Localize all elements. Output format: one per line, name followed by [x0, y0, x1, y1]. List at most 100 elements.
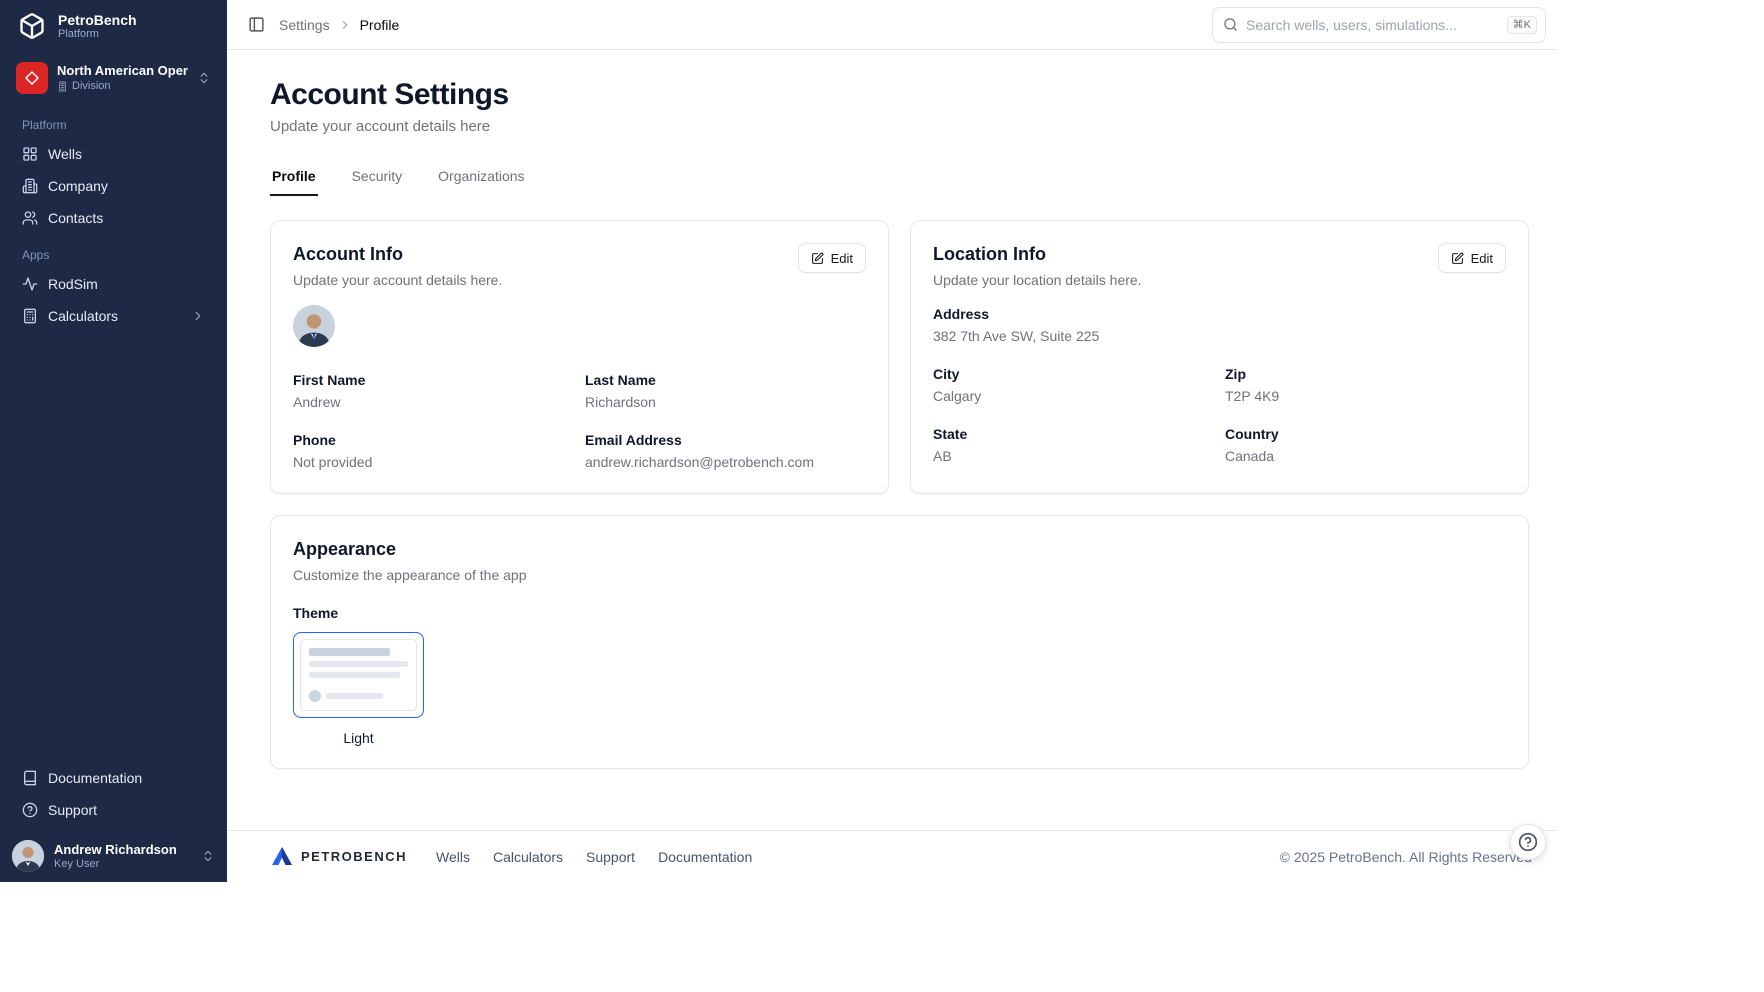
help-circle-icon — [1518, 832, 1538, 852]
field-first-name: First Name Andrew — [293, 371, 585, 411]
app-window: PetroBench Platform North American Opera… — [0, 0, 1558, 882]
help-button[interactable] — [1510, 824, 1546, 860]
footer-link-documentation[interactable]: Documentation — [658, 849, 752, 865]
nav-section-apps-label: Apps — [12, 234, 215, 268]
edit-button-label: Edit — [831, 251, 853, 266]
field-label: City — [933, 365, 1225, 383]
search-icon — [1223, 17, 1238, 32]
appearance-card: Appearance Customize the appearance of t… — [270, 515, 1529, 769]
card-title: Appearance — [293, 538, 1506, 560]
profile-avatar — [293, 305, 335, 347]
brand-name: PetroBench — [58, 12, 137, 28]
tab-organizations[interactable]: Organizations — [436, 162, 526, 196]
sidebar: PetroBench Platform North American Opera… — [0, 0, 227, 882]
breadcrumb: Settings Profile — [279, 17, 399, 33]
card-subtitle: Customize the appearance of the app — [293, 566, 1506, 584]
user-menu[interactable]: Andrew Richardson Key User — [0, 832, 227, 882]
theme-option-light[interactable] — [293, 632, 424, 718]
footer-link-wells[interactable]: Wells — [436, 849, 470, 865]
location-edit-button[interactable]: Edit — [1438, 243, 1506, 273]
field-label: Email Address — [585, 431, 866, 449]
field-value: andrew.richardson@petrobench.com — [585, 453, 866, 471]
footer-links: Wells Calculators Support Documentation — [436, 849, 752, 865]
sidebar-item-label: Contacts — [48, 210, 103, 226]
account-edit-button[interactable]: Edit — [798, 243, 866, 273]
calculator-icon — [22, 308, 38, 324]
field-value: Calgary — [933, 387, 1225, 405]
field-country: Country Canada — [1225, 425, 1506, 465]
edit-icon — [1451, 252, 1464, 265]
card-title: Location Info — [933, 243, 1506, 265]
user-role: Key User — [54, 858, 191, 871]
field-zip: Zip T2P 4K9 — [1225, 365, 1506, 405]
user-name: Andrew Richardson — [54, 842, 191, 858]
breadcrumb-settings[interactable]: Settings — [279, 17, 330, 33]
search-input[interactable] — [1246, 17, 1499, 33]
theme-label: Theme — [293, 604, 1506, 622]
field-value: T2P 4K9 — [1225, 387, 1506, 405]
card-subtitle: Update your account details here. — [293, 271, 866, 289]
field-city: City Calgary — [933, 365, 1225, 405]
sidebar-item-rodsim[interactable]: RodSim — [12, 268, 215, 300]
tabs: Profile Security Organizations — [270, 162, 1529, 196]
edit-button-label: Edit — [1471, 251, 1493, 266]
card-title: Account Info — [293, 243, 866, 265]
page-footer: PETROBENCH Wells Calculators Support Doc… — [227, 830, 1558, 882]
card-subtitle: Update your location details here. — [933, 271, 1506, 289]
tab-profile[interactable]: Profile — [270, 162, 318, 196]
field-value: 382 7th Ave SW, Suite 225 — [933, 327, 1506, 345]
page-content: Account Settings Update your account det… — [227, 50, 1558, 830]
sidebar-item-contacts[interactable]: Contacts — [12, 202, 215, 234]
wells-icon — [22, 146, 38, 162]
documentation-icon — [22, 770, 38, 786]
field-label: Zip — [1225, 365, 1506, 383]
building-icon — [57, 81, 68, 92]
tab-security[interactable]: Security — [350, 162, 405, 196]
field-value: Not provided — [293, 453, 585, 471]
chevron-right-icon — [191, 309, 205, 323]
field-value: Andrew — [293, 393, 585, 411]
sidebar-item-calculators[interactable]: Calculators — [12, 300, 215, 332]
org-name: North American Opera — [57, 63, 188, 79]
support-icon — [22, 802, 38, 818]
brand-logo-icon — [16, 10, 48, 42]
field-last-name: Last Name Richardson — [585, 371, 866, 411]
breadcrumb-profile: Profile — [360, 17, 400, 33]
sidebar-toggle-button[interactable] — [244, 12, 269, 37]
field-label: State — [933, 425, 1225, 443]
breadcrumb-chevron-icon — [338, 18, 352, 32]
sidebar-item-label: Calculators — [48, 308, 118, 324]
field-label: Country — [1225, 425, 1506, 443]
footer-logo: PETROBENCH — [270, 845, 407, 869]
org-switcher[interactable]: North American Opera Division — [8, 56, 219, 100]
rodsim-icon — [22, 276, 38, 292]
chevrons-up-down-icon — [197, 71, 211, 85]
footer-link-calculators[interactable]: Calculators — [493, 849, 563, 865]
footer-copyright: © 2025 PetroBench. All Rights Reserved — [1280, 849, 1532, 865]
field-value: Richardson — [585, 393, 866, 411]
sidebar-item-label: Company — [48, 178, 108, 194]
brand: PetroBench Platform — [0, 0, 227, 50]
sidebar-item-label: Wells — [48, 146, 82, 162]
main-area: Settings Profile ⌘K Account Settings Upd… — [227, 0, 1558, 882]
sidebar-item-company[interactable]: Company — [12, 170, 215, 202]
field-address: Address 382 7th Ave SW, Suite 225 — [933, 305, 1506, 345]
sidebar-item-support[interactable]: Support — [12, 794, 215, 826]
sidebar-nav: Platform Wells Company Contacts Apps — [0, 100, 227, 332]
location-info-card: Edit Location Info Update your location … — [910, 220, 1529, 494]
field-phone: Phone Not provided — [293, 431, 585, 471]
contacts-icon — [22, 210, 38, 226]
company-icon — [22, 178, 38, 194]
footer-link-support[interactable]: Support — [586, 849, 635, 865]
field-value: Canada — [1225, 447, 1506, 465]
field-value: AB — [933, 447, 1225, 465]
sidebar-item-wells[interactable]: Wells — [12, 138, 215, 170]
field-state: State AB — [933, 425, 1225, 465]
search-shortcut-badge: ⌘K — [1507, 16, 1537, 34]
brand-subtitle: Platform — [58, 28, 137, 41]
theme-name: Light — [293, 730, 424, 746]
sidebar-item-documentation[interactable]: Documentation — [12, 762, 215, 794]
org-type: Division — [72, 79, 111, 93]
account-info-card: Edit Account Info Update your account de… — [270, 220, 889, 494]
sidebar-bottom-nav: Documentation Support — [0, 758, 227, 832]
